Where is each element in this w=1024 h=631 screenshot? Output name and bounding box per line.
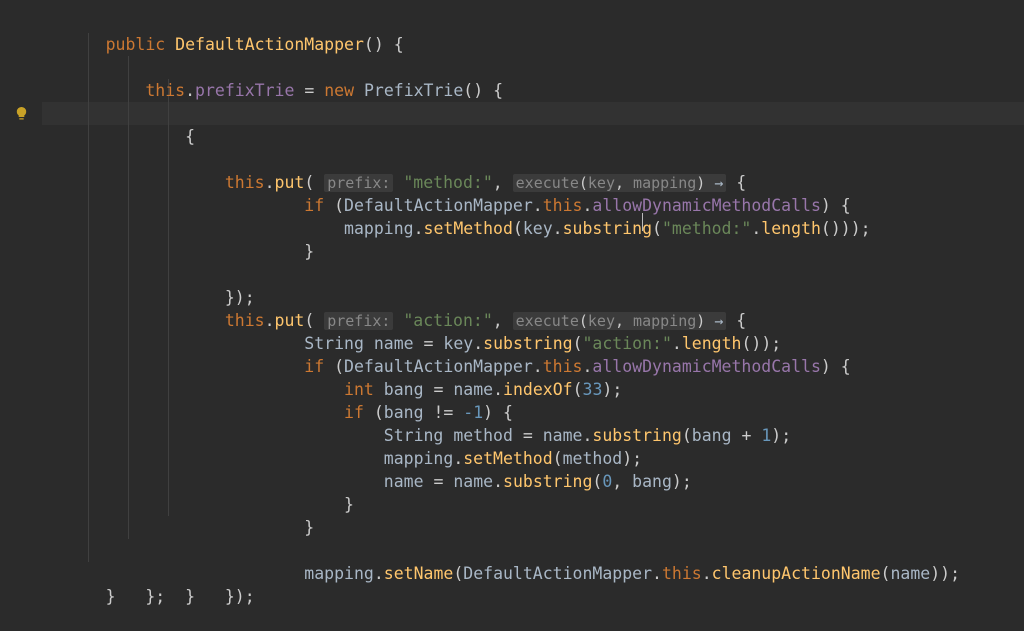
token: this bbox=[145, 81, 185, 100]
token: 33 bbox=[583, 380, 603, 399]
code-line-active[interactable]: if (DefaultActionMapper.this.allowDynami… bbox=[42, 102, 1024, 125]
token: method bbox=[563, 449, 623, 468]
intention-bulb-icon[interactable] bbox=[0, 102, 42, 125]
code-editor[interactable]: public DefaultActionMapper() { this.pref… bbox=[0, 0, 1024, 604]
token: this bbox=[662, 564, 702, 583]
token: this bbox=[225, 173, 265, 192]
token: int bbox=[344, 380, 374, 399]
token: allowDynamicMethodCalls bbox=[592, 357, 820, 376]
token: "action:" bbox=[403, 311, 492, 330]
token: mapping bbox=[304, 564, 374, 583]
token: setMethod bbox=[424, 219, 513, 238]
code-area[interactable]: public DefaultActionMapper() { this.pref… bbox=[42, 10, 1024, 604]
token: cleanupActionName bbox=[712, 564, 881, 583]
parameter-hint: prefix: bbox=[324, 174, 393, 192]
parameter-hint: prefix: bbox=[324, 312, 393, 330]
code-line[interactable]: { bbox=[42, 56, 1024, 79]
lambda-hint: execute(key, mapping) → bbox=[513, 174, 727, 192]
token: setMethod bbox=[463, 449, 552, 468]
token: this bbox=[543, 196, 583, 215]
token: PrefixTrie bbox=[364, 81, 463, 100]
token: mapping bbox=[344, 219, 414, 238]
token: substring bbox=[563, 219, 652, 238]
token: put bbox=[275, 311, 305, 330]
code-line[interactable]: }; bbox=[42, 539, 1024, 562]
token: substring bbox=[592, 426, 681, 445]
token: name bbox=[453, 380, 493, 399]
lambda-hint: execute(key, mapping) → bbox=[513, 312, 727, 330]
code-line[interactable]: } bbox=[42, 148, 1024, 171]
token: name bbox=[543, 426, 583, 445]
token: DefaultActionMapper bbox=[463, 564, 652, 583]
token: bang bbox=[692, 426, 732, 445]
token: if bbox=[304, 196, 324, 215]
token: length bbox=[761, 219, 821, 238]
token: name bbox=[374, 334, 414, 353]
token: this bbox=[543, 357, 583, 376]
token: String bbox=[384, 426, 444, 445]
editor-gutter bbox=[0, 10, 42, 604]
token: this bbox=[225, 311, 265, 330]
token: if bbox=[304, 357, 324, 376]
token: DefaultActionMapper bbox=[175, 35, 364, 54]
token: substring bbox=[483, 334, 572, 353]
token: length bbox=[682, 334, 742, 353]
token: public bbox=[106, 35, 166, 54]
token: bang bbox=[384, 403, 424, 422]
token: prefixTrie bbox=[195, 81, 294, 100]
token: String bbox=[304, 334, 364, 353]
token: mapping bbox=[384, 449, 454, 468]
token: 0 bbox=[602, 472, 612, 491]
token: DefaultActionMapper bbox=[344, 196, 533, 215]
token: "method:" bbox=[403, 173, 492, 192]
token: new bbox=[324, 81, 354, 100]
token: indexOf bbox=[503, 380, 573, 399]
token: setName bbox=[384, 564, 454, 583]
token: bang bbox=[632, 472, 672, 491]
token: 1 bbox=[761, 426, 771, 445]
token: substring bbox=[503, 472, 592, 491]
code-line[interactable]: if (DefaultActionMapper.this.allowDynami… bbox=[42, 263, 1024, 286]
token: key bbox=[443, 334, 473, 353]
token: "action:" bbox=[583, 334, 672, 353]
token: -1 bbox=[463, 403, 483, 422]
token: name bbox=[890, 564, 930, 583]
token: bang bbox=[384, 380, 424, 399]
token: put bbox=[275, 173, 305, 192]
token: DefaultActionMapper bbox=[344, 357, 533, 376]
code-line[interactable]: public DefaultActionMapper() { bbox=[42, 10, 1024, 33]
token: name bbox=[384, 472, 424, 491]
token: method bbox=[453, 426, 513, 445]
token: "method:" bbox=[662, 219, 751, 238]
token: key bbox=[523, 219, 553, 238]
token: if bbox=[344, 403, 364, 422]
token: name bbox=[453, 472, 493, 491]
